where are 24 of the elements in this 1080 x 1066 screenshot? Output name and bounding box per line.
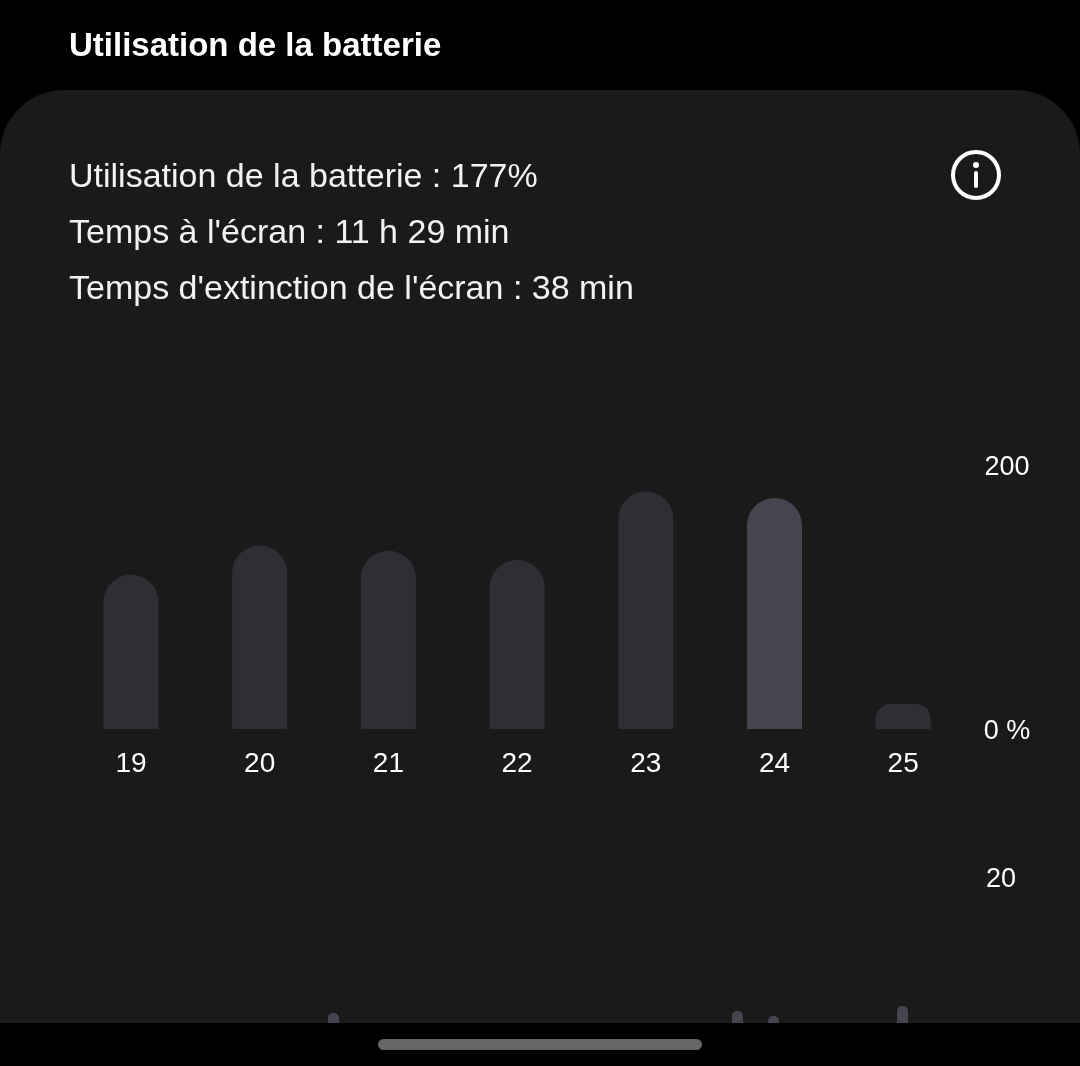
axis-label: 200 [984,451,1030,481]
screen-title: Utilisation de la batterie [69,26,442,64]
info-icon [950,149,1002,201]
axis-label: 0 % [983,715,1031,745]
usage-bar[interactable] [103,574,159,729]
usage-bar[interactable] [618,491,674,729]
usage-bar[interactable] [875,703,931,729]
day-label: 22 [501,747,533,778]
day-label: 21 [372,747,404,778]
usage-bar[interactable] [489,560,545,729]
usage-stat: Temps d'extinction de l'écran : 38 min [69,267,634,308]
day-label: 20 [244,747,276,778]
day-label: 23 [630,747,662,778]
usage-bar[interactable] [747,498,802,729]
axis-label: 20 [986,863,1016,893]
day-label: 19 [115,747,147,778]
usage-bar[interactable] [360,550,416,729]
day-label: 24 [758,747,791,778]
day-label: 25 [887,747,919,778]
usage-stat: Temps à l'écran : 11 h 29 min [69,211,511,252]
home-handle[interactable] [378,1039,702,1050]
usage-stat: Utilisation de la batterie : 177% [69,155,539,196]
usage-bar[interactable] [232,545,288,729]
info-button[interactable] [950,149,1002,201]
